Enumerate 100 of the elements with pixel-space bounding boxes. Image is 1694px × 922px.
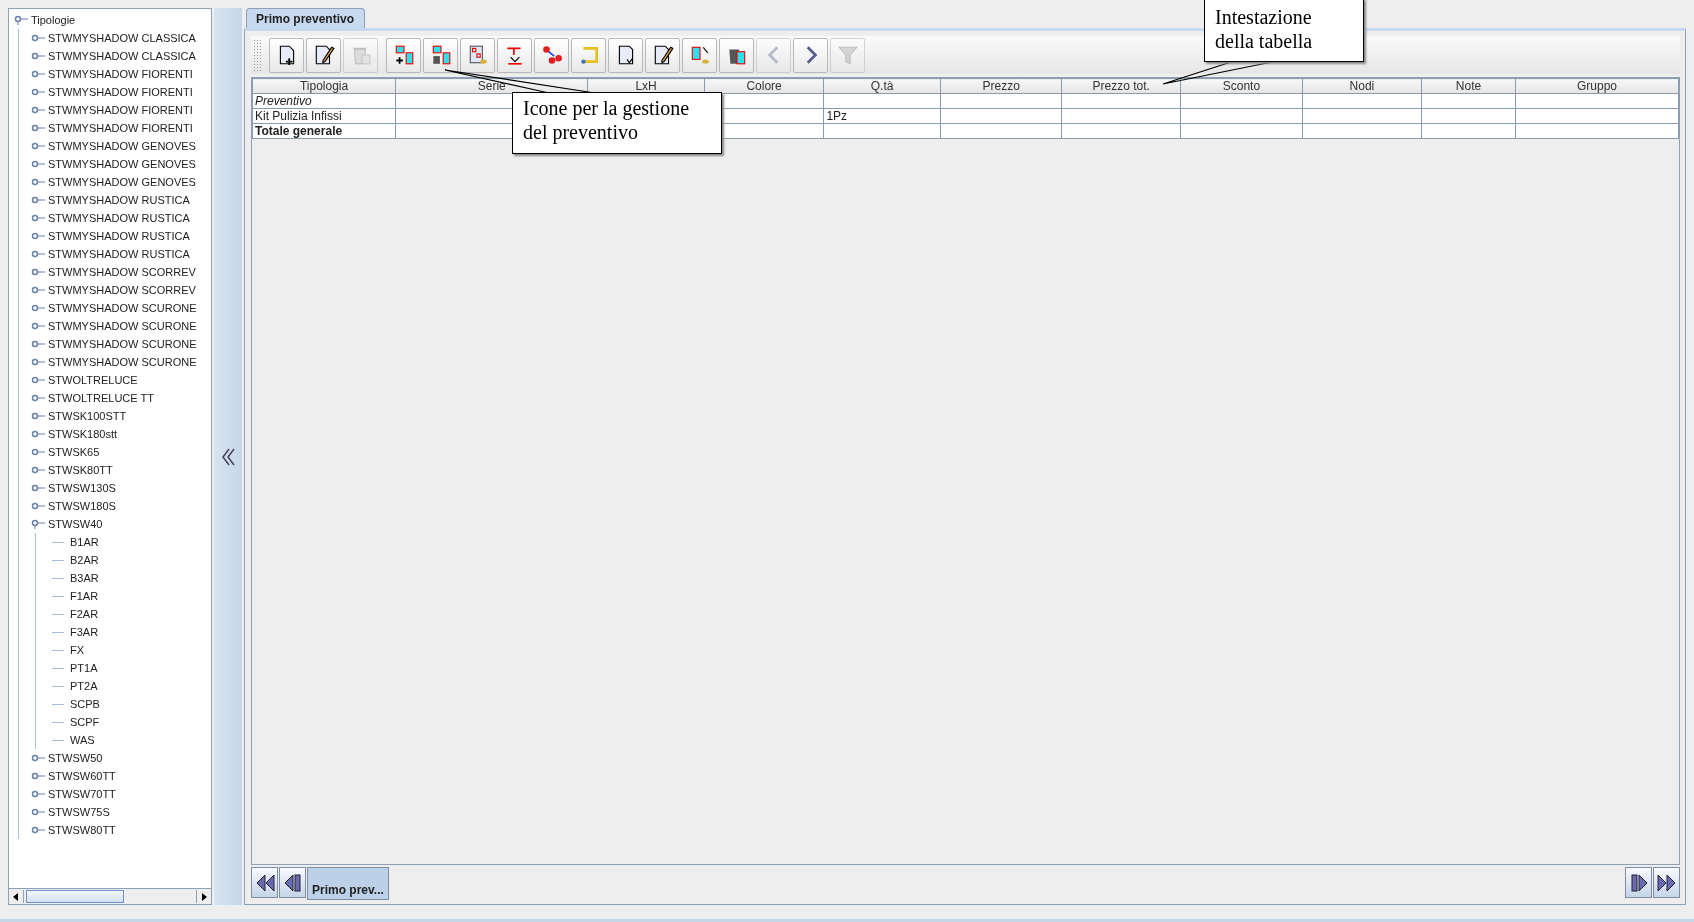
tree-item[interactable]: SCPF xyxy=(70,716,100,728)
tree-item[interactable]: Tipologie xyxy=(31,14,76,26)
last-button[interactable] xyxy=(1653,867,1680,898)
tree-item[interactable]: STWMYSHADOW FIORENTI xyxy=(48,86,193,98)
tree-item[interactable]: STWSW130S xyxy=(48,482,116,494)
toolbar-grip[interactable] xyxy=(253,39,261,71)
collapsed-handle-icon[interactable] xyxy=(31,753,45,763)
tree-item[interactable]: STWMYSHADOW RUSTICA xyxy=(48,248,190,260)
tree-item[interactable]: B3AR xyxy=(70,572,99,584)
collapsed-handle-icon[interactable] xyxy=(31,393,45,403)
collapsed-handle-icon[interactable] xyxy=(31,231,45,241)
collapsed-handle-icon[interactable] xyxy=(31,285,45,295)
collapsed-handle-icon[interactable] xyxy=(31,105,45,115)
column-header[interactable]: Tipologia xyxy=(252,78,396,94)
collapsed-handle-icon[interactable] xyxy=(31,249,45,259)
collapsed-handle-icon[interactable] xyxy=(31,807,45,817)
collapsed-handle-icon[interactable] xyxy=(31,375,45,385)
tree-item[interactable]: STWMYSHADOW GENOVES xyxy=(48,140,196,152)
tree-item[interactable]: F2AR xyxy=(70,608,99,620)
tree-item[interactable]: B2AR xyxy=(70,554,99,566)
toolbar-button[interactable] xyxy=(719,37,754,73)
collapsed-handle-icon[interactable] xyxy=(31,87,45,97)
collapse-chevron-icon[interactable] xyxy=(221,447,235,466)
tree-item[interactable]: STWMYSHADOW SCURONE xyxy=(48,356,197,368)
collapsed-handle-icon[interactable] xyxy=(31,51,45,61)
collapsed-handle-icon[interactable] xyxy=(31,465,45,475)
collapsed-handle-icon[interactable] xyxy=(31,213,45,223)
column-header[interactable]: Prezzo tot. xyxy=(1061,78,1181,94)
collapsed-handle-icon[interactable] xyxy=(31,123,45,133)
tree-item[interactable]: STWSW70TT xyxy=(48,788,116,800)
tree-item[interactable]: F1AR xyxy=(70,590,99,602)
tree-item[interactable]: STWMYSHADOW GENOVES xyxy=(48,158,196,170)
collapsed-handle-icon[interactable] xyxy=(31,33,45,43)
tree-item[interactable]: PT1A xyxy=(70,662,98,674)
tree-item[interactable]: STWSW80TT xyxy=(48,824,116,836)
expanded-handle-icon[interactable] xyxy=(14,15,28,25)
tree-item[interactable]: WAS xyxy=(70,734,95,746)
tree-item[interactable]: SCPB xyxy=(70,698,100,710)
tree-item[interactable]: STWMYSHADOW GENOVES xyxy=(48,176,196,188)
collapsed-handle-icon[interactable] xyxy=(31,303,45,313)
tree-item[interactable]: STWMYSHADOW SCORREV xyxy=(48,284,196,296)
collapsed-handle-icon[interactable] xyxy=(31,771,45,781)
column-header[interactable]: Colore xyxy=(704,78,824,94)
toolbar-button[interactable] xyxy=(793,37,828,73)
collapsed-handle-icon[interactable] xyxy=(31,195,45,205)
toolbar-button[interactable] xyxy=(269,37,304,73)
tree-item[interactable]: B1AR xyxy=(70,536,99,548)
collapsed-handle-icon[interactable] xyxy=(31,267,45,277)
collapsed-handle-icon[interactable] xyxy=(31,483,45,493)
collapsed-handle-icon[interactable] xyxy=(31,357,45,367)
column-header[interactable]: Nodi xyxy=(1302,78,1422,94)
tree-item[interactable]: STWMYSHADOW RUSTICA xyxy=(48,230,190,242)
expanded-handle-icon[interactable] xyxy=(31,519,45,529)
column-header[interactable]: Sconto xyxy=(1180,78,1303,94)
tree-item[interactable]: PT2A xyxy=(70,680,98,692)
tree-item[interactable]: STWSW40 xyxy=(48,518,103,530)
tree-item[interactable]: STWMYSHADOW CLASSICA xyxy=(48,50,196,62)
tree-item[interactable]: STWOLTRELUCE xyxy=(48,374,138,386)
column-header[interactable]: Note xyxy=(1421,78,1516,94)
column-header[interactable]: Gruppo xyxy=(1515,78,1679,94)
previous-button[interactable] xyxy=(279,867,306,898)
first-button[interactable] xyxy=(251,867,278,898)
toolbar-button[interactable] xyxy=(306,37,341,73)
tree-item[interactable]: STWSW50 xyxy=(48,752,103,764)
collapsed-handle-icon[interactable] xyxy=(31,141,45,151)
collapsed-handle-icon[interactable] xyxy=(31,339,45,349)
tree-item[interactable]: STWMYSHADOW RUSTICA xyxy=(48,212,190,224)
collapsed-handle-icon[interactable] xyxy=(31,177,45,187)
tree-item[interactable]: STWSK180stt xyxy=(48,428,118,440)
tree-item[interactable]: STWMYSHADOW FIORENTI xyxy=(48,122,193,134)
column-header[interactable]: Q.tà xyxy=(823,78,941,94)
tree-item[interactable]: STWMYSHADOW FIORENTI xyxy=(48,104,193,116)
document-tab[interactable]: Primo prev... xyxy=(307,867,389,900)
tree-item[interactable]: STWMYSHADOW CLASSICA xyxy=(48,32,196,44)
column-header[interactable]: Prezzo xyxy=(940,78,1062,94)
toolbar-button[interactable] xyxy=(608,37,643,73)
toolbar-button[interactable] xyxy=(645,37,680,73)
horizontal-scrollbar[interactable] xyxy=(9,888,211,904)
tree-item[interactable]: STWMYSHADOW SCURONE xyxy=(48,302,197,314)
tree-item[interactable]: STWSW180S xyxy=(48,500,116,512)
tree-item[interactable]: FX xyxy=(70,644,85,656)
collapsed-handle-icon[interactable] xyxy=(31,825,45,835)
collapsed-handle-icon[interactable] xyxy=(31,501,45,511)
collapsed-handle-icon[interactable] xyxy=(31,447,45,457)
collapsed-handle-icon[interactable] xyxy=(31,69,45,79)
collapsed-handle-icon[interactable] xyxy=(31,321,45,331)
tree-item[interactable]: STWMYSHADOW RUSTICA xyxy=(48,194,190,206)
next-button[interactable] xyxy=(1625,867,1652,898)
tree-item[interactable]: STWSK80TT xyxy=(48,464,113,476)
tree-item[interactable]: STWSW75S xyxy=(48,806,110,818)
tree-item[interactable]: STWOLTRELUCE TT xyxy=(48,392,154,404)
tree-item[interactable]: F3AR xyxy=(70,626,99,638)
tree-item[interactable]: STWMYSHADOW SCORREV xyxy=(48,266,196,278)
collapsed-handle-icon[interactable] xyxy=(31,411,45,421)
document-tab[interactable]: Primo preventivo xyxy=(246,8,366,28)
tree-item[interactable]: STWSK100STT xyxy=(48,410,127,422)
tree-item[interactable]: STWMYSHADOW SCURONE xyxy=(48,338,197,350)
tree-item[interactable]: STWMYSHADOW FIORENTI xyxy=(48,68,193,80)
tree-item[interactable]: STWSW60TT xyxy=(48,770,116,782)
tree-item[interactable]: STWMYSHADOW SCURONE xyxy=(48,320,197,332)
